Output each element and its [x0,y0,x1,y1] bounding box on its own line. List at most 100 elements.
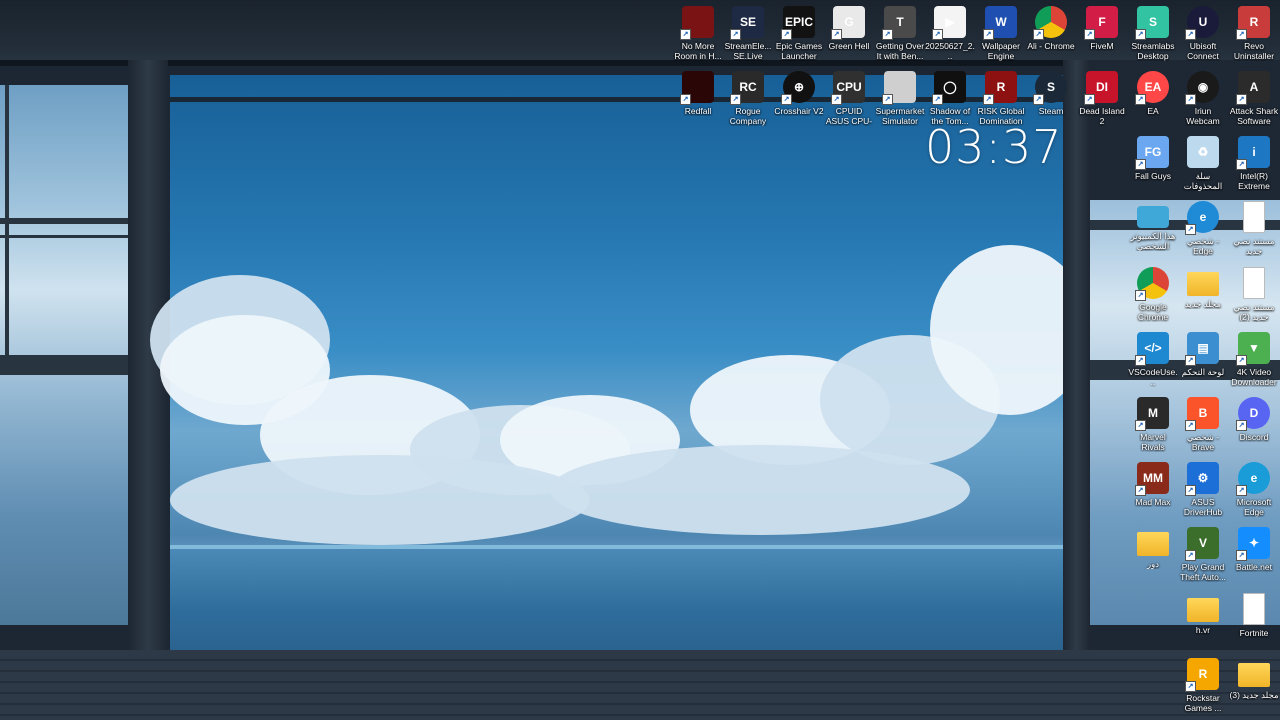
desktop-icon-label: FiveM [1090,41,1114,51]
desktop-icon-mad-max[interactable]: MM ↗ Mad Max [1128,459,1178,523]
folder-icon [1187,272,1219,296]
desktop-icon-battle-net[interactable]: ✦ ↗ Battle.net [1229,524,1279,588]
desktop-icon-label: EA [1147,106,1159,116]
desktop-icon-streamlabs[interactable]: S ↗ Streamlabs Desktop [1128,3,1178,67]
mad-max-icon: MM ↗ [1135,462,1169,496]
desktop-icon-video-file[interactable]: ▶ ↗ 20250627_2... [925,3,975,67]
desktop-icon-google-chrome[interactable]: ↗ Google Chrome [1128,264,1178,328]
epic-games-icon: EPIC ↗ [781,6,815,40]
desktop-icon-microsoft-edge[interactable]: e ↗ Microsoft Edge [1229,459,1279,523]
desktop-icon-asus-driverhub[interactable]: ⚙ ↗ ASUS DriverHub [1178,459,1228,523]
shortcut-arrow-icon: ↗ [781,94,792,105]
desktop-icon-text-document[interactable]: مستند نصي جديد (2) [1229,264,1279,328]
desktop-icon-folder[interactable]: دور [1128,524,1178,588]
recycle-bin-icon: ♻ [1187,136,1219,168]
rockstar-icon: R ↗ [1185,658,1219,692]
desktop-icon-attack-shark[interactable]: A ↗ Attack Shark Software [1229,68,1279,132]
desktop-icon-label: Microsoft Edge [1236,497,1272,517]
shortcut-arrow-icon: ↗ [1185,94,1196,105]
iriun-webcam-icon: ◉ ↗ [1185,71,1219,105]
desktop-icon-shadow-tomb-raider[interactable]: ◯ ↗ Shadow of the Tom... [925,68,975,132]
desktop-icon-text-document[interactable]: مستند نصي جديد [1229,198,1279,262]
shortcut-arrow-icon: ↗ [781,29,792,40]
desktop-icon-label: Play Grand Theft Auto... [1180,562,1226,582]
desktop-icon-fivem[interactable]: F ↗ FiveM [1077,3,1127,67]
wallpaper-left-window [0,85,128,625]
desktop-icon-label: Dead Island 2 [1079,106,1125,126]
desktop-icon-control-panel[interactable]: ▤ ↗ لوحة التحكم [1178,329,1228,393]
desktop-icon-recycle-bin[interactable]: ♻ سلة المحذوفات [1178,133,1228,197]
desktop-icon-redfall[interactable]: ↗ Redfall [673,68,723,132]
shortcut-arrow-icon: ↗ [1236,420,1247,431]
desktop-icon-folder[interactable]: مجلد جديد [1178,264,1228,328]
revo-uninstaller-icon: R ↗ [1236,6,1270,40]
vscode-icon: </> ↗ [1135,332,1169,366]
desktop-icon-no-more-room[interactable]: ↗ No More Room in H... [673,3,723,67]
desktop-icon-label: Green Hell [828,41,870,51]
desktop-icon-epic-games[interactable]: EPIC ↗ Epic Games Launcher [774,3,824,67]
desktop-icon-risk[interactable]: R ↗ RISK Global Domination [976,68,1026,132]
shortcut-arrow-icon: ↗ [1135,290,1146,301]
shortcut-arrow-icon: ↗ [730,29,741,40]
shortcut-arrow-icon: ↗ [932,94,943,105]
desktop-icon-ea[interactable]: EA ↗ EA [1128,68,1178,132]
desktop-icon-streamelements[interactable]: SE ↗ StreamEle... SE.Live [723,3,773,67]
desktop-icon-label: 4K Video Downloader+ [1231,367,1277,387]
desktop-icon-cpu-z[interactable]: CPU↗CPUID ASUS CPU-Z [824,68,874,132]
desktop-icon-label: مجلد جديد (3) [1229,690,1279,700]
desktop-icon-folder[interactable]: مجلد جديد (3) [1229,655,1279,719]
shortcut-arrow-icon: ↗ [882,29,893,40]
desktop-icon-wallpaper-engine[interactable]: W ↗ Wallpaper Engine [976,3,1026,67]
desktop-icon-label: Google Chrome [1137,302,1169,322]
desktop-icon-label: ASUS DriverHub [1183,497,1223,517]
desktop-icon-folder[interactable]: h.vr [1178,590,1228,654]
desktop-icon-label: Redfall [684,106,712,116]
intel-xtu-icon: i ↗ [1236,136,1270,170]
desktop-icon-fall-guys[interactable]: FG ↗ Fall Guys [1128,133,1178,197]
folder-icon [1238,663,1270,687]
green-hell-icon: G ↗ [831,6,865,40]
hammer-icon: T ↗ [882,6,916,40]
desktop-icon-discord[interactable]: D ↗ Discord [1229,394,1279,458]
microsoft-edge-icon: e ↗ [1236,462,1270,496]
fivem-icon: F ↗ [1084,6,1118,40]
cpu-z-icon: CPU ↗ [831,71,865,105]
desktop-icon-vscode[interactable]: </> ↗ VSCodeUse... [1128,329,1178,393]
text-document-icon [1243,593,1265,625]
shortcut-arrow-icon: ↗ [1236,94,1247,105]
desktop-icon-revo-uninstaller[interactable]: R ↗ Revo Uninstaller [1229,3,1279,67]
desktop-icon-text-document[interactable]: Fortnite [1229,590,1279,654]
desktop-icon-steam[interactable]: S ↗ Steam [1026,68,1076,132]
shortcut-arrow-icon: ↗ [1135,94,1146,105]
desktop-icon-label: Rockstar Games ... [1184,693,1222,713]
desktop-icon-green-hell[interactable]: G ↗ Green Hell [824,3,874,67]
desktop-icon-hammer[interactable]: T ↗ Getting Over It with Ben... [875,3,925,67]
shortcut-arrow-icon: ↗ [1185,485,1196,496]
shortcut-arrow-icon: ↗ [1084,29,1095,40]
shadow-tomb-raider-icon: ◯ ↗ [932,71,966,105]
google-chrome-icon: ↗ [1135,267,1169,301]
desktop-icon-this-pc[interactable]: هذا الكمبيوتر الشخصي [1128,198,1178,262]
desktop-icon-marvel-rivals[interactable]: M ↗ Marvel Rivals [1128,394,1178,458]
desktop-icon-edge[interactable]: e ↗ شخصي - Edge [1178,198,1228,262]
desktop-icon-label: RISK Global Domination [977,106,1025,126]
desktop-icon-label: Getting Over It with Ben... [875,41,925,61]
desktop-icon-intel-xtu[interactable]: i↗Intel(R) Extreme Tu... [1229,133,1279,197]
desktop-icon-label: Epic Games Launcher [775,41,823,61]
desktop-icon-iriun-webcam[interactable]: ◉ ↗ Iriun Webcam [1178,68,1228,132]
desktop-icon-gta-v[interactable]: V ↗ Play Grand Theft Auto... [1178,524,1228,588]
desktop-icon-label: هذا الكمبيوتر الشخصي [1130,231,1176,251]
desktop-icon-brave[interactable]: B ↗ شخصي - Brave [1178,394,1228,458]
desktop-icon-4k-video-downloader[interactable]: ▼↗4K Video Downloader+ [1229,329,1279,393]
desktop-icon-rogue-company[interactable]: RC ↗ Rogue Company [723,68,773,132]
desktop-icon-crosshair[interactable]: ⊕ ↗ Crosshair V2 [774,68,824,132]
desktop-icon-chrome[interactable]: ↗ Ali - Chrome [1026,3,1076,67]
desktop-icon-supermarket-simulator[interactable]: ↗ Supermarket Simulator [875,68,925,132]
discord-icon: D ↗ [1236,397,1270,431]
desktop-icon-rockstar[interactable]: R ↗ Rockstar Games ... [1178,655,1228,719]
wallpaper-post-right [1063,60,1090,660]
shortcut-arrow-icon: ↗ [1135,29,1146,40]
desktop-icon-label: Rogue Company [729,106,767,126]
desktop-icon-ubisoft[interactable]: U ↗ Ubisoft Connect [1178,3,1228,67]
desktop-icon-dead-island[interactable]: DI ↗ Dead Island 2 [1077,68,1127,132]
